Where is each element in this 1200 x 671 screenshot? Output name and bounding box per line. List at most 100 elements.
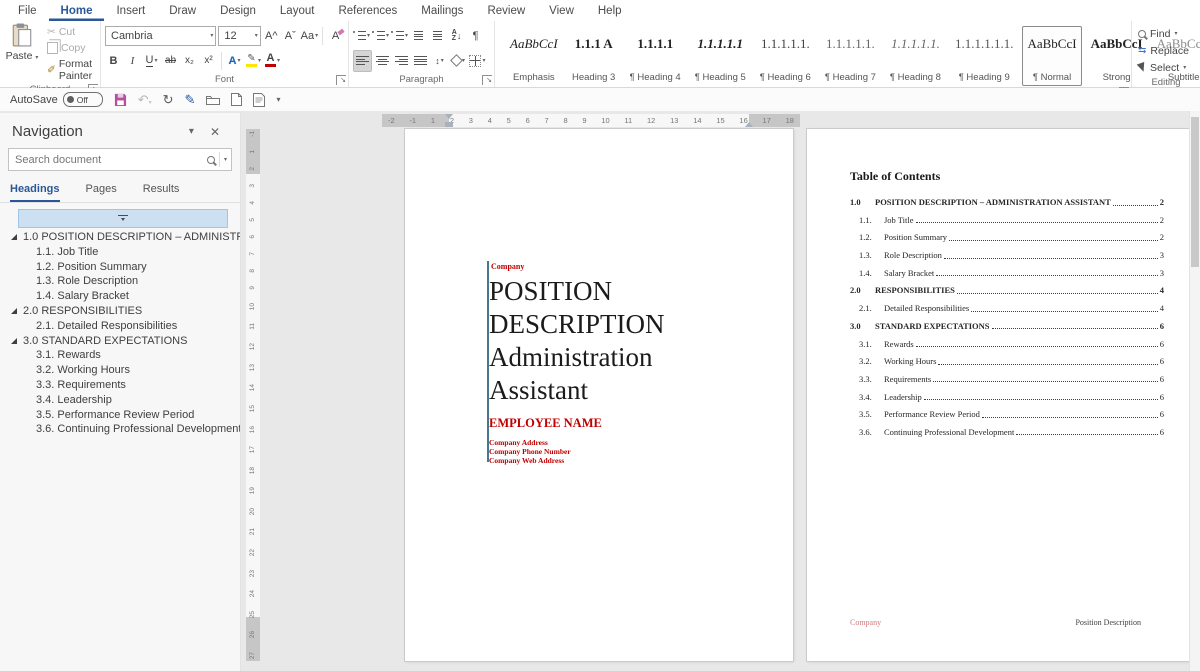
- replace-button[interactable]: ⇆Replace: [1136, 42, 1196, 59]
- toc-entry[interactable]: 2.0RESPONSIBILITIES4: [850, 285, 1164, 295]
- nav-heading-2-0[interactable]: 2.0 RESPONSIBILITIES: [0, 304, 240, 319]
- find-button[interactable]: Find▾: [1136, 25, 1196, 42]
- cut-button[interactable]: ✂Cut: [44, 25, 96, 39]
- nav-heading-2-1[interactable]: 2.1. Detailed Responsibilities: [0, 319, 240, 334]
- save-icon[interactable]: [114, 93, 127, 106]
- toc-entry[interactable]: 3.5.Performance Review Period6: [850, 409, 1164, 419]
- sort-button[interactable]: AZ↓: [448, 26, 465, 46]
- toc-entry[interactable]: 3.2.Working Hours6: [850, 356, 1164, 366]
- toc-entry[interactable]: 3.3.Requirements6: [850, 374, 1164, 384]
- show-marks-button[interactable]: ¶: [467, 26, 484, 46]
- tab-pages[interactable]: Pages: [86, 183, 117, 202]
- nav-heading-3-0[interactable]: 3.0 STANDARD EXPECTATIONS: [0, 334, 240, 349]
- decrease-indent-button[interactable]: [410, 26, 427, 46]
- borders-button[interactable]: ▾: [469, 51, 486, 71]
- style-heading-4[interactable]: 1.1.1.1¶ Heading 4: [625, 26, 686, 86]
- nav-heading-3-3[interactable]: 3.3. Requirements: [0, 378, 240, 393]
- nav-heading-1-1[interactable]: 1.1. Job Title: [0, 245, 240, 260]
- search-input[interactable]: [9, 154, 207, 166]
- draw-pen-icon[interactable]: ✎: [185, 93, 196, 106]
- tab-view[interactable]: View: [537, 2, 586, 21]
- shading-button[interactable]: ▾: [450, 51, 467, 71]
- toc-entry[interactable]: 1.0POSITION DESCRIPTION – ADMINISTRATION…: [850, 197, 1164, 207]
- clear-formatting-button[interactable]: A: [327, 26, 344, 46]
- tab-headings[interactable]: Headings: [10, 183, 60, 202]
- style-emphasis[interactable]: AaBbCcIEmphasis: [505, 26, 563, 86]
- tab-home[interactable]: Home: [49, 2, 105, 21]
- change-case-button[interactable]: Aa▾: [301, 26, 318, 46]
- first-line-indent-marker[interactable]: [445, 114, 453, 119]
- toc-entry[interactable]: 3.4.Leadership6: [850, 392, 1164, 402]
- nav-heading-1-2[interactable]: 1.2. Position Summary: [0, 260, 240, 275]
- tab-mailings[interactable]: Mailings: [409, 2, 475, 21]
- nav-heading-3-6[interactable]: 3.6. Continuing Professional Development: [0, 422, 240, 437]
- style-heading-7[interactable]: 1.1.1.1.1.¶ Heading 7: [820, 26, 881, 86]
- tab-review[interactable]: Review: [475, 2, 537, 21]
- tab-help[interactable]: Help: [586, 2, 634, 21]
- tab-results[interactable]: Results: [143, 183, 180, 202]
- style-heading-8[interactable]: 1.1.1.1.1.¶ Heading 8: [885, 26, 946, 86]
- toc-entry[interactable]: 1.4.Salary Bracket3: [850, 268, 1164, 278]
- open-folder-icon[interactable]: [206, 94, 220, 105]
- expand-triangle-icon[interactable]: [11, 338, 17, 344]
- search-options-chevron-icon[interactable]: ▾: [224, 156, 227, 163]
- style-heading-9[interactable]: 1.1.1.1.1.1.¶ Heading 9: [950, 26, 1019, 86]
- format-painter-button[interactable]: ✐Format Painter: [44, 57, 96, 83]
- nav-heading-1-3[interactable]: 1.3. Role Description: [0, 274, 240, 289]
- bold-button[interactable]: B: [105, 51, 122, 71]
- grow-font-button[interactable]: A^: [263, 26, 280, 46]
- select-button[interactable]: Select▾: [1136, 59, 1196, 76]
- increase-indent-button[interactable]: [429, 26, 446, 46]
- italic-button[interactable]: I: [124, 51, 141, 71]
- scrollbar-thumb[interactable]: [1191, 117, 1199, 267]
- tab-design[interactable]: Design: [208, 2, 268, 21]
- tab-insert[interactable]: Insert: [104, 2, 157, 21]
- align-left-button[interactable]: [353, 50, 372, 72]
- page-2[interactable]: Table of Contents 1.0POSITION DESCRIPTIO…: [807, 129, 1193, 661]
- toc-entry[interactable]: 1.1.Job Title2: [850, 215, 1164, 225]
- highlight-button[interactable]: ✎▾: [245, 51, 262, 71]
- print-preview-icon[interactable]: [253, 93, 265, 107]
- bullets-button[interactable]: ▾: [353, 26, 370, 46]
- search-icon[interactable]: [207, 156, 215, 164]
- right-indent-marker[interactable]: [745, 122, 753, 127]
- left-indent-marker[interactable]: [445, 122, 453, 127]
- page-1[interactable]: Company POSITION DESCRIPTION Administrat…: [405, 129, 793, 661]
- underline-button[interactable]: U▾: [143, 51, 160, 71]
- style-heading-5[interactable]: 1.1.1.1.1¶ Heading 5: [690, 26, 751, 86]
- align-right-button[interactable]: [393, 51, 410, 71]
- selected-empty-heading[interactable]: [18, 209, 228, 228]
- superscript-button[interactable]: x²: [200, 51, 217, 71]
- style-heading-6[interactable]: 1.1.1.1.1.¶ Heading 6: [755, 26, 816, 86]
- redo-icon[interactable]: ↻: [163, 93, 174, 106]
- tab-draw[interactable]: Draw: [157, 2, 208, 21]
- style-heading-3[interactable]: 1.1.1 AHeading 3: [567, 26, 621, 86]
- font-name-select[interactable]: Cambria▾: [105, 26, 216, 46]
- nav-heading-3-4[interactable]: 3.4. Leadership: [0, 393, 240, 408]
- nav-heading-3-2[interactable]: 3.2. Working Hours: [0, 363, 240, 378]
- toc-entry[interactable]: 3.1.Rewards6: [850, 339, 1164, 349]
- align-center-button[interactable]: [374, 51, 391, 71]
- autosave-toggle[interactable]: AutoSave Off: [10, 92, 103, 107]
- navigation-options-chevron-icon[interactable]: ▾: [181, 126, 202, 137]
- nav-heading-1-4[interactable]: 1.4. Salary Bracket: [0, 289, 240, 304]
- more-commands-icon[interactable]: ▾: [276, 95, 280, 104]
- expand-triangle-icon[interactable]: [11, 308, 17, 314]
- multilevel-list-button[interactable]: ▾: [391, 26, 408, 46]
- toc-entry[interactable]: 1.2.Position Summary2: [850, 232, 1164, 242]
- toc-entry[interactable]: 1.3.Role Description3: [850, 250, 1164, 260]
- toc-entry[interactable]: 2.1.Detailed Responsibilities4: [850, 303, 1164, 313]
- nav-heading-3-1[interactable]: 3.1. Rewards: [0, 348, 240, 363]
- shrink-font-button[interactable]: Aˇ: [282, 26, 299, 46]
- tab-references[interactable]: References: [326, 2, 409, 21]
- style-normal[interactable]: AaBbCcI¶ Normal: [1022, 26, 1081, 86]
- new-document-icon[interactable]: [231, 93, 242, 106]
- expand-triangle-icon[interactable]: [11, 234, 17, 240]
- tab-file[interactable]: File: [6, 2, 49, 21]
- toc-entry[interactable]: 3.6.Continuing Professional Development6: [850, 427, 1164, 437]
- copy-button[interactable]: Copy: [44, 41, 96, 55]
- font-dialog-launcher-icon[interactable]: ↘: [336, 75, 346, 85]
- subscript-button[interactable]: x₂: [181, 51, 198, 71]
- nav-heading-1-0[interactable]: 1.0 POSITION DESCRIPTION – ADMINISTRATIO…: [0, 230, 240, 245]
- nav-heading-3-5[interactable]: 3.5. Performance Review Period: [0, 408, 240, 423]
